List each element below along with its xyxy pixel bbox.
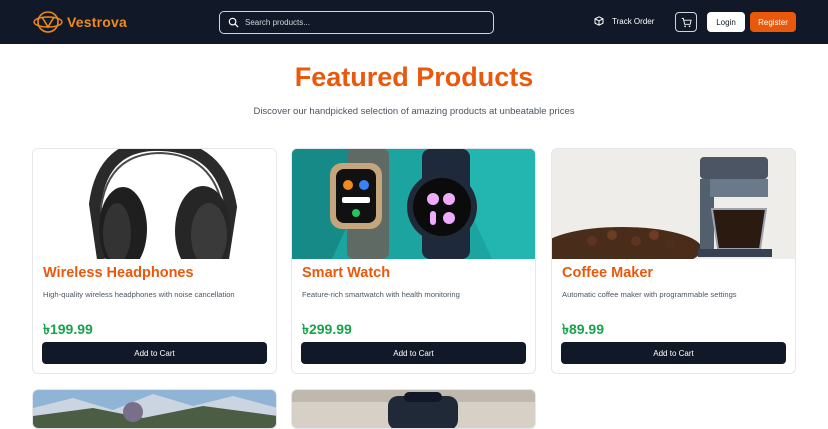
product-card: Smart Watch Feature-rich smartwatch with… bbox=[291, 148, 536, 374]
product-description: Automatic coffee maker with programmable… bbox=[562, 290, 737, 299]
coffee-maker-image[interactable] bbox=[552, 149, 795, 259]
product-name: Wireless Headphones bbox=[43, 265, 194, 281]
search-bar[interactable] bbox=[219, 11, 494, 34]
cart-icon bbox=[681, 17, 692, 27]
search-icon bbox=[228, 17, 239, 28]
track-order-label: Track Order bbox=[612, 16, 655, 26]
login-button[interactable]: Login bbox=[707, 12, 745, 32]
add-to-cart-button[interactable]: Add to Cart bbox=[301, 342, 526, 364]
package-icon bbox=[594, 16, 604, 26]
smartwatch-illustration bbox=[292, 149, 535, 259]
product-card: Wireless Headphones High-quality wireles… bbox=[32, 148, 277, 374]
backpack-image[interactable] bbox=[292, 390, 536, 429]
product-price: ৳299.99 bbox=[302, 321, 352, 337]
add-to-cart-button[interactable]: Add to Cart bbox=[42, 342, 267, 364]
page-title: Featured Products bbox=[294, 62, 534, 92]
product-card bbox=[32, 389, 277, 429]
mountain-landscape-image[interactable] bbox=[33, 390, 277, 429]
add-to-cart-button[interactable]: Add to Cart bbox=[561, 342, 786, 364]
brand-name: Vestrova bbox=[67, 14, 127, 30]
smartwatch-image[interactable] bbox=[292, 149, 535, 259]
track-order-link[interactable]: Track Order bbox=[594, 16, 654, 26]
product-name: Coffee Maker bbox=[562, 265, 654, 281]
product-card: Coffee Maker Automatic coffee maker with… bbox=[551, 148, 796, 374]
headphones-illustration bbox=[88, 149, 238, 259]
product-price: ৳89.99 bbox=[562, 321, 605, 337]
navbar: Vestrova Track Order Login Register bbox=[0, 0, 828, 44]
product-description: Feature-rich smartwatch with health moni… bbox=[302, 290, 460, 299]
page-subtitle: Discover our handpicked selection of ama… bbox=[253, 106, 575, 117]
headphones-image[interactable] bbox=[33, 149, 276, 259]
cart-button[interactable] bbox=[675, 12, 697, 32]
product-price: ৳199.99 bbox=[43, 321, 93, 337]
brand-logo[interactable]: Vestrova bbox=[33, 10, 127, 34]
register-button[interactable]: Register bbox=[750, 12, 796, 32]
product-description: High-quality wireless headphones with no… bbox=[43, 290, 235, 299]
logo-mark-icon bbox=[33, 11, 63, 33]
search-input[interactable] bbox=[245, 18, 485, 27]
product-name: Smart Watch bbox=[302, 265, 391, 281]
product-card bbox=[291, 389, 536, 429]
coffee-maker-illustration bbox=[552, 149, 795, 259]
